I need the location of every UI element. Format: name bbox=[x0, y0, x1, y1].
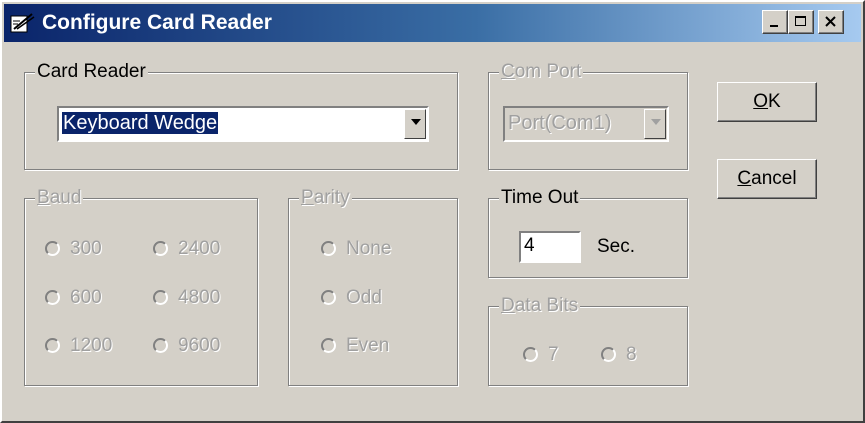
window-title: Configure Card Reader bbox=[42, 11, 272, 34]
chevron-down-icon bbox=[651, 119, 661, 125]
parity-radio-odd[interactable]: Odd bbox=[321, 286, 382, 310]
time-out-input[interactable]: 4 bbox=[519, 231, 581, 263]
baud-radio-300[interactable]: 300 bbox=[45, 237, 102, 261]
baud-radio-9600[interactable]: 9600 bbox=[153, 334, 220, 358]
minimize-icon bbox=[770, 25, 778, 27]
close-button[interactable] bbox=[818, 10, 844, 34]
data-bits-radio-7[interactable]: 7 bbox=[523, 343, 559, 367]
cancel-button[interactable]: Cancel bbox=[717, 159, 817, 199]
com-port-dropdown-button[interactable] bbox=[644, 109, 666, 139]
chevron-down-icon bbox=[411, 119, 421, 125]
baud-group: Baud 300 2400 600 4800 1200 9600 bbox=[24, 186, 258, 386]
baud-radio-4800[interactable]: 4800 bbox=[153, 286, 220, 310]
data-bits-group: Data Bits 7 8 bbox=[488, 294, 688, 386]
card-swipe-icon bbox=[10, 13, 35, 33]
card-reader-select[interactable]: Keyboard Wedge bbox=[57, 106, 429, 142]
title-bar[interactable]: Configure Card Reader bbox=[4, 4, 861, 42]
baud-radio-600[interactable]: 600 bbox=[45, 286, 102, 310]
close-icon bbox=[825, 16, 836, 27]
parity-legend: Parity bbox=[299, 186, 352, 210]
time-out-legend: Time Out bbox=[499, 186, 581, 210]
time-out-unit: Sec. bbox=[597, 236, 636, 257]
com-port-group: Com Port Port(Com1) bbox=[488, 60, 688, 170]
com-port-legend: Com Port bbox=[499, 60, 584, 84]
maximize-button[interactable] bbox=[788, 10, 814, 34]
baud-radio-2400[interactable]: 2400 bbox=[153, 237, 220, 261]
parity-radio-none[interactable]: None bbox=[321, 237, 391, 261]
ok-button[interactable]: OK bbox=[717, 82, 817, 122]
com-port-value: Port(Com1) bbox=[508, 112, 612, 134]
data-bits-radio-8[interactable]: 8 bbox=[601, 343, 637, 367]
parity-radio-even[interactable]: Even bbox=[321, 334, 389, 358]
configure-card-reader-dialog: Configure Card Reader Card Reader Keyboa… bbox=[0, 0, 865, 423]
card-reader-dropdown-button[interactable] bbox=[404, 109, 426, 139]
card-reader-value: Keyboard Wedge bbox=[62, 112, 219, 134]
baud-radio-1200[interactable]: 1200 bbox=[45, 334, 112, 358]
maximize-icon bbox=[795, 16, 806, 26]
card-reader-legend: Card Reader bbox=[35, 60, 148, 84]
baud-legend: Baud bbox=[35, 186, 84, 210]
card-reader-group: Card Reader Keyboard Wedge bbox=[24, 60, 458, 170]
time-out-group: Time Out 4 Sec. bbox=[488, 186, 688, 278]
minimize-button[interactable] bbox=[762, 10, 788, 34]
com-port-select[interactable]: Port(Com1) bbox=[503, 106, 669, 142]
data-bits-legend: Data Bits bbox=[499, 294, 581, 318]
parity-group: Parity None Odd Even bbox=[288, 186, 458, 386]
